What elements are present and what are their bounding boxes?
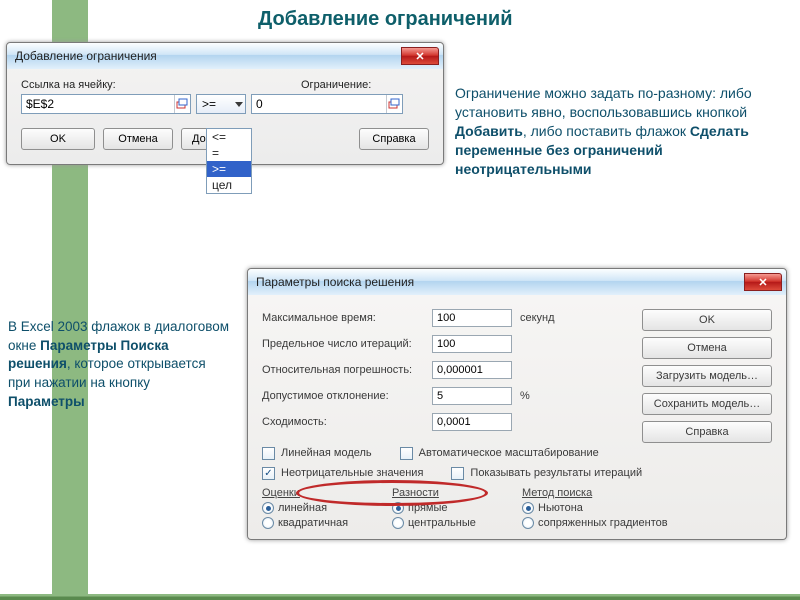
operator-value: >= <box>202 97 216 111</box>
checkbox-show-iterations[interactable] <box>451 467 464 480</box>
dropdown-item[interactable]: <= <box>207 129 251 145</box>
label-tolerance: Допустимое отклонение: <box>262 390 432 402</box>
dialog-add-constraint: Добавление ограничения ✕ Ссылка на ячейк… <box>6 42 444 165</box>
dialog-title: Добавление ограничения <box>15 49 401 63</box>
label-cell-reference: Ссылка на ячейку: <box>21 79 191 91</box>
cancel-button[interactable]: Отмена <box>103 128 173 150</box>
label-convergence: Сходимость: <box>262 416 432 428</box>
range-picker-button[interactable] <box>386 95 402 113</box>
chevron-down-icon <box>235 102 243 107</box>
text: , либо поставить флажок <box>523 123 690 139</box>
text-bold: Добавить <box>455 123 523 139</box>
ok-button[interactable]: OK <box>21 128 95 150</box>
dropdown-item[interactable]: цел <box>207 177 251 193</box>
checkbox-autoscale[interactable] <box>400 447 413 460</box>
dropdown-item-selected[interactable]: >= <box>207 161 251 177</box>
operator-select[interactable]: >= <box>196 94 246 114</box>
label-max-time: Максимальное время: <box>262 312 432 324</box>
input-tolerance[interactable] <box>432 387 512 405</box>
decorative-bottom-bar <box>0 580 800 600</box>
label-iterations: Предельное число итераций: <box>262 338 432 350</box>
cell-reference-input[interactable] <box>22 95 174 113</box>
radio-label: Ньютона <box>538 502 583 514</box>
text-bold: Параметры <box>8 394 85 409</box>
label-precision: Относительная погрешность: <box>262 364 432 376</box>
range-picker-button[interactable] <box>174 95 190 113</box>
cell-reference-input-wrap <box>21 94 191 114</box>
radio-method-newton[interactable] <box>522 502 534 514</box>
checkbox-label: Показывать результаты итераций <box>470 467 642 479</box>
operator-dropdown[interactable]: <= = >= цел <box>206 128 252 194</box>
dropdown-item[interactable]: = <box>207 145 251 161</box>
input-convergence[interactable] <box>432 413 512 431</box>
checkbox-label: Автоматическое масштабирование <box>419 447 599 459</box>
cancel-button[interactable]: Отмена <box>642 337 772 359</box>
constraint-input-wrap <box>251 94 403 114</box>
help-button[interactable]: Справка <box>359 128 429 150</box>
checkbox-linear-model[interactable] <box>262 447 275 460</box>
range-picker-icon <box>388 98 400 110</box>
radio-label: квадратичная <box>278 517 348 529</box>
radio-label: центральные <box>408 517 476 529</box>
group-header-search-method: Метод поиска <box>522 487 722 499</box>
radio-method-conjugate[interactable] <box>522 517 534 529</box>
help-button[interactable]: Справка <box>642 421 772 443</box>
checkbox-label: Линейная модель <box>281 447 372 459</box>
page-title: Добавление ограничений <box>258 8 513 31</box>
load-model-button[interactable]: Загрузить модель… <box>642 365 772 387</box>
radio-estimate-linear[interactable] <box>262 502 274 514</box>
paragraph-description: Ограничение можно задать по-разному: либ… <box>455 84 783 178</box>
radio-estimate-quadratic[interactable] <box>262 517 274 529</box>
unit-seconds: секунд <box>520 312 555 324</box>
close-icon: ✕ <box>415 50 424 63</box>
input-iterations[interactable] <box>432 335 512 353</box>
titlebar[interactable]: Добавление ограничения ✕ <box>7 43 443 69</box>
paragraph-excel2003: В Excel 2003 флажок в диалоговом окне Па… <box>8 318 230 411</box>
unit-percent: % <box>520 390 530 402</box>
save-model-button[interactable]: Сохранить модель… <box>642 393 772 415</box>
close-icon: ✕ <box>758 276 767 289</box>
checkbox-nonnegative[interactable]: ✓ <box>262 467 275 480</box>
checkbox-label: Неотрицательные значения <box>281 467 423 479</box>
close-button[interactable]: ✕ <box>744 273 782 291</box>
input-precision[interactable] <box>432 361 512 379</box>
close-button[interactable]: ✕ <box>401 47 439 65</box>
constraint-input[interactable] <box>252 95 386 113</box>
text: Ограничение можно задать по-разному: либ… <box>455 85 752 120</box>
radio-label: сопряженных градиентов <box>538 517 668 529</box>
ok-button[interactable]: OK <box>642 309 772 331</box>
radio-diff-central[interactable] <box>392 517 404 529</box>
label-constraint: Ограничение: <box>301 79 371 91</box>
dialog-title: Параметры поиска решения <box>256 275 744 289</box>
radio-label: линейная <box>278 502 327 514</box>
range-picker-icon <box>176 98 188 110</box>
titlebar[interactable]: Параметры поиска решения ✕ <box>248 269 786 295</box>
highlight-oval <box>296 480 488 506</box>
input-max-time[interactable] <box>432 309 512 327</box>
